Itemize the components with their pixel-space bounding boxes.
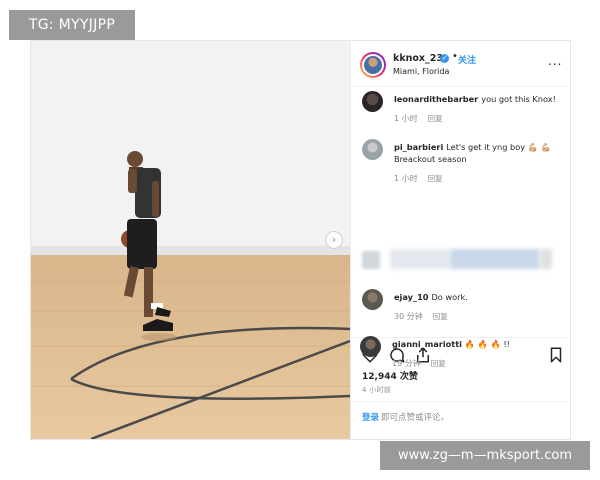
comment-body: ejay_10 Do work. [394, 291, 566, 303]
comment-item: gianni_mariotti 🔥 🔥 🔥 !! 19 分钟 回复 [349, 336, 569, 376]
comment-meta: 1 小时 回复 [394, 113, 443, 124]
post-photo[interactable]: › [31, 41, 350, 439]
avatar[interactable] [360, 336, 381, 357]
login-prompt-text: 即可点赞或评论。 [381, 413, 450, 423]
comment-meta: 30 分钟 回复 [394, 311, 448, 322]
comment-body: gianni_mariotti 🔥 🔥 🔥 !! [392, 338, 564, 350]
basketball-court-image [31, 41, 350, 439]
login-link[interactable]: 登录 [362, 411, 379, 423]
reply-button[interactable]: 回复 [428, 114, 443, 123]
post-timestamp: 4 小时前 [362, 386, 392, 394]
comment-meta: 1 小时 回复 [394, 173, 443, 184]
instagram-post-embed: › kknox_23 ✓ • 关注 Miami, Florida ... leo… [30, 40, 571, 440]
comment-username[interactable]: ejay_10 [394, 292, 428, 302]
username[interactable]: kknox_23 [393, 53, 443, 64]
avatar[interactable] [362, 139, 383, 160]
comment-list[interactable]: leonardithebarber you got this Knox! 1 小时… [351, 87, 571, 337]
watermark-top: TG: MYYJJPP [9, 10, 135, 40]
watermark-bottom: www.zg—m—mksport.com [380, 441, 590, 470]
comment-time: 19 分钟 [392, 359, 421, 368]
location-link[interactable]: Miami, Florida [393, 67, 449, 76]
comment-username[interactable]: pi_barbieri [394, 142, 443, 152]
comment-meta: 19 分钟 回复 [392, 358, 446, 369]
chevron-right-icon[interactable]: › [325, 231, 343, 249]
reply-button[interactable]: 回复 [433, 312, 448, 321]
comment-body: pi_barbieri Let's get it yng boy 💪🏼 💪🏼 Br… [394, 141, 566, 165]
reply-button[interactable]: 回复 [428, 174, 443, 183]
comment-body: leonardithebarber you got this Knox! [394, 93, 566, 105]
avatar[interactable] [362, 289, 383, 310]
reply-button[interactable]: 回复 [431, 359, 446, 368]
post-header: kknox_23 ✓ • 关注 Miami, Florida ... [351, 41, 571, 87]
follow-button[interactable]: 关注 [458, 53, 476, 66]
comment-text: 🔥 🔥 🔥 !! [464, 339, 510, 349]
avatar[interactable] [360, 52, 386, 78]
comment-text: you got this Knox! [481, 94, 556, 104]
blurred-comment [362, 247, 562, 273]
verified-badge-icon: ✓ [440, 54, 449, 63]
comment-time: 1 小时 [394, 174, 418, 183]
comment-time: 1 小时 [394, 114, 418, 123]
post-details-panel: kknox_23 ✓ • 关注 Miami, Florida ... leona… [350, 41, 571, 439]
comment-username[interactable]: gianni_mariotti [392, 339, 462, 349]
avatar[interactable] [362, 91, 383, 112]
more-options-button[interactable]: ... [548, 54, 562, 68]
comment-username[interactable]: leonardithebarber [394, 94, 478, 104]
comment-time: 30 分钟 [394, 312, 423, 321]
login-prompt: 登录 即可点赞或评论。 [351, 401, 571, 431]
comment-text: Do work. [431, 292, 468, 302]
